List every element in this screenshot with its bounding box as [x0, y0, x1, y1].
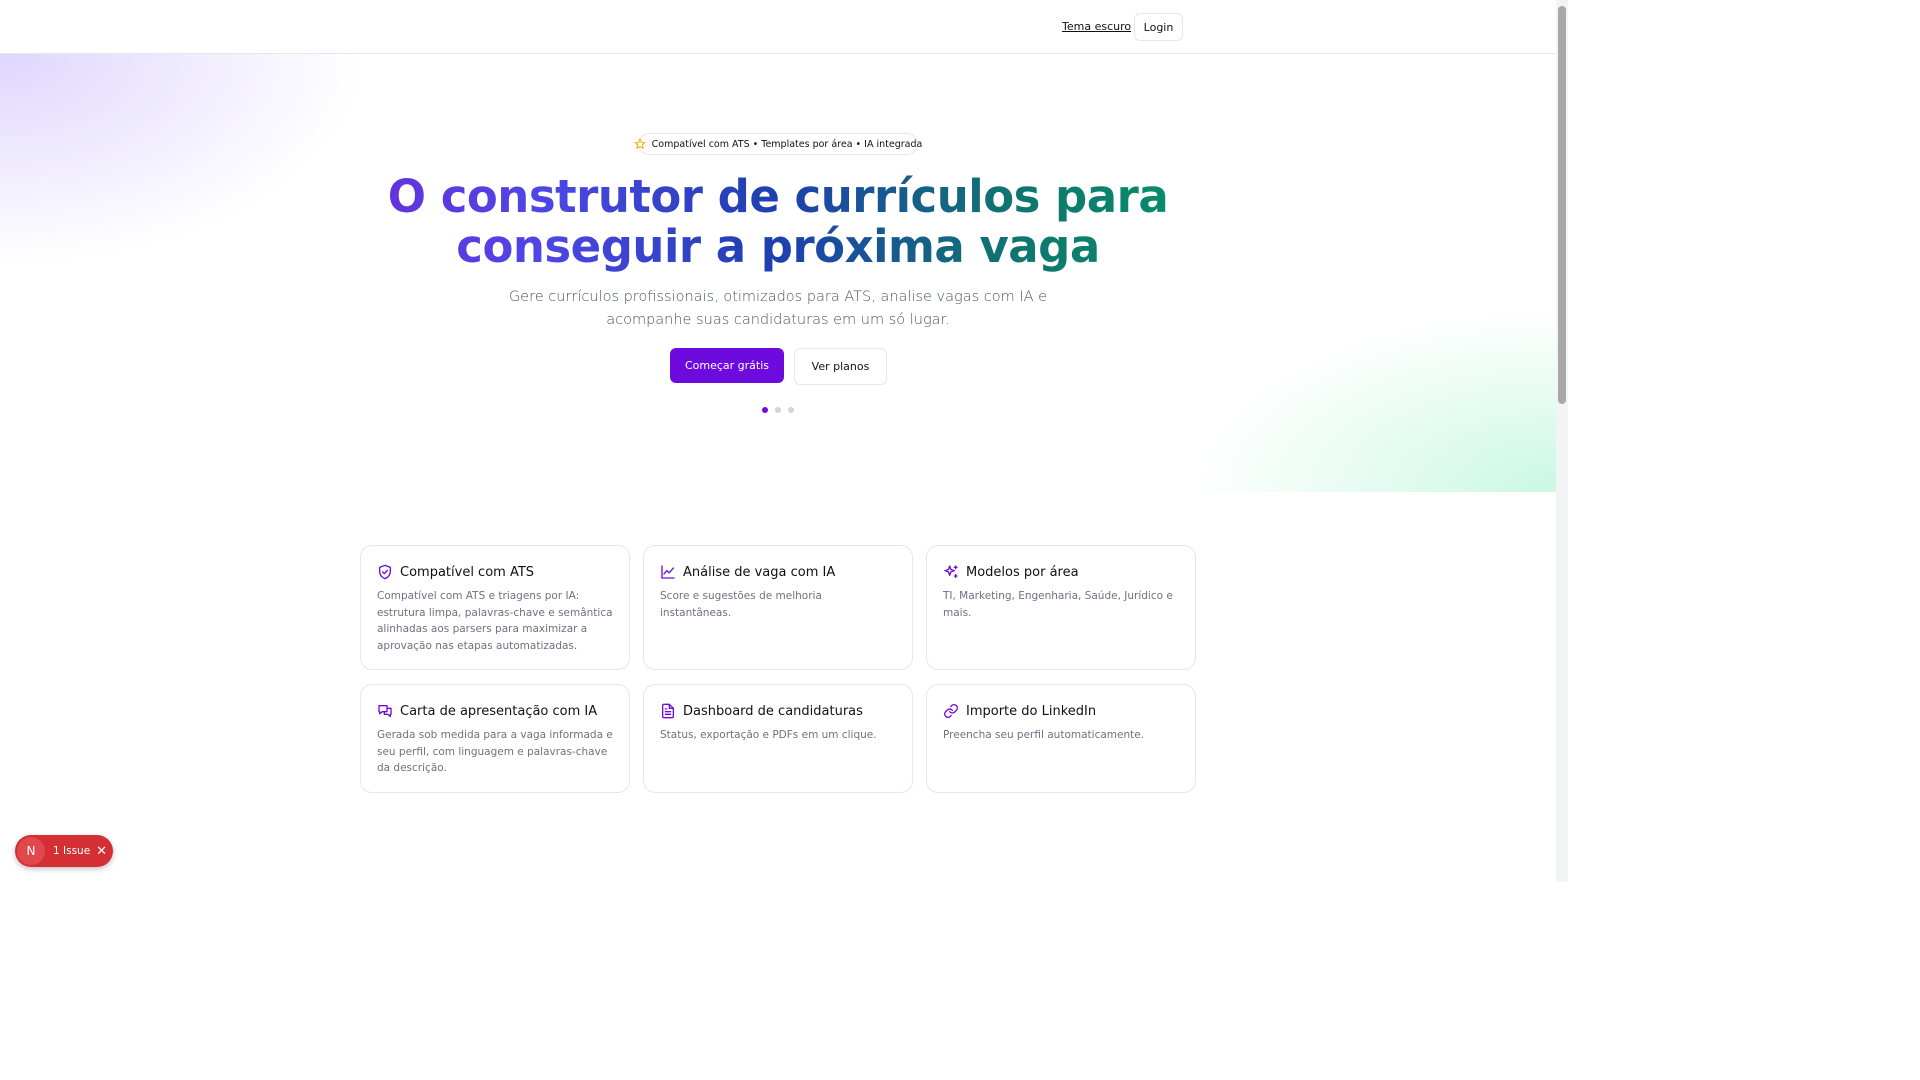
line-chart-icon [661, 565, 675, 579]
link-icon [944, 704, 958, 718]
close-icon[interactable]: ✕ [96, 844, 107, 859]
top-navigation-bar: Tema escuro Login [0, 0, 1556, 54]
feature-pill-text: Compatível com ATS • Templates por área … [651, 138, 923, 150]
feature-card-cover-letter: Carta de apresentação com IA Gerada sob … [360, 684, 630, 793]
carousel-dot-2[interactable] [775, 407, 781, 413]
feature-card-linkedin-import: Importe do LinkedIn Preencha seu perfil … [926, 684, 1196, 793]
feature-card-job-analysis: Análise de vaga com IA Score e sugestões… [643, 545, 913, 670]
feature-description: Compatível com ATS e triagens por IA: es… [377, 590, 613, 652]
feature-title: Importe do LinkedIn [966, 703, 1097, 719]
sparkles-icon [944, 565, 958, 578]
hero-headline-line2: conseguir a próxima vaga [456, 220, 1100, 273]
vertical-scrollbar[interactable] [1556, 0, 1568, 882]
issues-count-label: 1 Issue [53, 845, 91, 857]
feature-card-ats: Compatível com ATS Compatível com ATS e … [360, 545, 630, 670]
hero-section: Compatível com ATS • Templates por área … [0, 54, 1556, 492]
feature-title: Dashboard de candidaturas [683, 703, 863, 719]
feature-description: Status, exportação e PDFs em um clique. [660, 729, 877, 741]
messages-icon [378, 705, 392, 717]
feature-title: Modelos por área [966, 564, 1079, 580]
start-free-button[interactable]: Começar grátis [670, 348, 784, 383]
issues-badge[interactable]: N 1 Issue ✕ [15, 835, 113, 867]
feature-pill: Compatível com ATS • Templates por área … [634, 133, 922, 155]
hero-subtitle: Gere currículos profissionais, otimizado… [508, 289, 1048, 328]
feature-title: Carta de apresentação com IA [400, 703, 598, 719]
view-plans-button[interactable]: Ver planos [794, 348, 887, 385]
carousel-indicators [762, 407, 794, 413]
feature-description: Preencha seu perfil automaticamente. [943, 729, 1145, 741]
file-text-icon [662, 703, 674, 719]
feature-card-templates: Modelos por área TI, Marketing, Engenhar… [926, 545, 1196, 670]
scrollbar-thumb[interactable] [1558, 6, 1566, 404]
carousel-dot-1[interactable] [762, 407, 768, 413]
feature-card-dashboard: Dashboard de candidaturas Status, export… [643, 684, 913, 793]
hero-headline-line1: O construtor de currículos para [387, 170, 1169, 223]
feature-title: Análise de vaga com IA [683, 564, 836, 580]
feature-description: Gerada sob medida para a vaga informada … [377, 729, 613, 774]
shield-check-icon [379, 564, 391, 580]
hero-headline: O construtor de currículos para consegui… [300, 172, 1256, 272]
dark-theme-toggle-link[interactable]: Tema escuro [1062, 20, 1131, 33]
star-icon [634, 138, 646, 149]
login-button[interactable]: Login [1134, 13, 1183, 41]
nextjs-logo-icon: N [17, 837, 45, 865]
carousel-dot-3[interactable] [788, 407, 794, 413]
feature-description: TI, Marketing, Engenharia, Saúde, Jurídi… [943, 590, 1173, 619]
feature-description: Score e sugestões de melhoria instantâne… [660, 590, 822, 619]
feature-title: Compatível com ATS [400, 564, 535, 580]
